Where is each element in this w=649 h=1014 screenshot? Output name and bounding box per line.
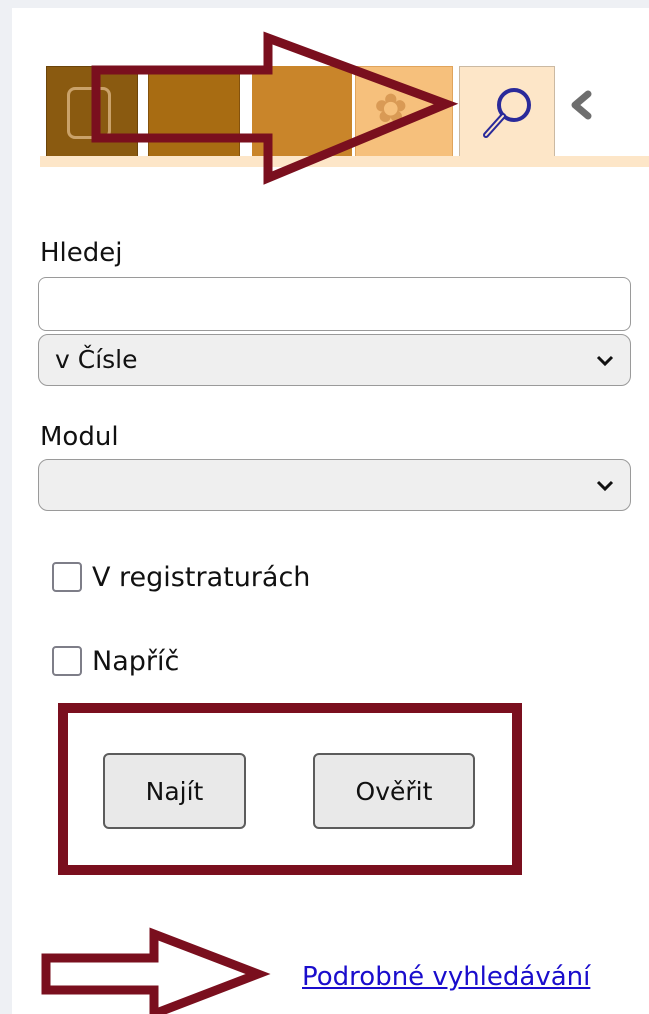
annotation-overlay	[41, 31, 459, 1014]
arrow-to-advanced-link	[41, 927, 271, 1014]
arrow-to-search-tab	[91, 31, 459, 185]
